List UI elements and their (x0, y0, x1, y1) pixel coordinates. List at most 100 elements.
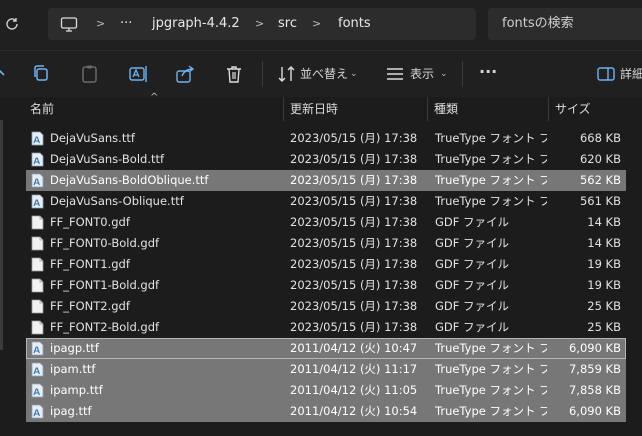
file-type: GDF ファイル (435, 278, 510, 292)
file-name: FF_FONT0.gdf (50, 215, 130, 229)
file-type: TrueType フォント フ (435, 194, 547, 208)
refresh-icon[interactable] (4, 12, 22, 36)
file-row[interactable]: FF_FONT0-Bold.gdf 2023/05/15 (月) 17:38 GDF… (26, 233, 626, 254)
font-file-icon (31, 341, 44, 356)
file-date: 2023/05/15 (月) 17:38 (290, 173, 418, 187)
file-type: TrueType フォント フ (435, 152, 547, 166)
file-row[interactable]: ipag.ttf 2011/04/12 (火) 10:54 TrueType フォン… (26, 401, 626, 422)
file-date: 2011/04/12 (火) 11:17 (290, 362, 418, 376)
file-size: 6,090 KB (568, 404, 621, 418)
sort-button[interactable]: 並べ替え (300, 62, 348, 86)
file-date: 2023/05/15 (月) 17:38 (290, 320, 418, 334)
chevron-right-icon: > (255, 17, 265, 30)
file-name: DejaVuSans.ttf (50, 131, 135, 145)
column-header-type[interactable]: 種類 (434, 97, 458, 121)
file-type: GDF ファイル (435, 320, 510, 334)
file-icon (31, 257, 44, 272)
chevron-down-icon: ⌄ (440, 69, 448, 79)
file-row[interactable]: FF_FONT2-Bold.gdf 2023/05/15 (月) 17:38 GDF… (26, 317, 626, 338)
file-name: ipagp.ttf (50, 341, 99, 355)
view-list-icon[interactable] (384, 63, 406, 85)
details-pane-icon[interactable] (596, 63, 618, 85)
file-row[interactable]: FF_FONT1-Bold.gdf 2023/05/15 (月) 17:38 GDF… (26, 275, 626, 296)
more-options-button[interactable]: ··· (479, 60, 497, 84)
file-row[interactable]: FF_FONT0.gdf 2023/05/15 (月) 17:38 GDF ファイル… (26, 212, 626, 233)
search-input[interactable]: fontsの検索 (488, 8, 642, 40)
file-row[interactable]: ipamp.ttf 2011/04/12 (火) 11:05 TrueType フォ… (26, 380, 626, 401)
file-type: GDF ファイル (435, 215, 510, 229)
view-button[interactable]: 表示 (410, 62, 434, 86)
file-date: 2011/04/12 (火) 11:05 (290, 383, 418, 397)
column-divider[interactable] (427, 97, 428, 121)
font-file-icon (31, 173, 44, 188)
breadcrumb-item-fonts[interactable]: fonts (338, 8, 371, 40)
delete-icon[interactable] (223, 63, 245, 85)
this-pc-icon[interactable] (60, 8, 78, 40)
file-name: ipamp.ttf (50, 383, 103, 397)
paste-icon[interactable] (79, 63, 101, 85)
file-type: GDF ファイル (435, 299, 510, 313)
file-row[interactable]: FF_FONT2.gdf 2023/05/15 (月) 17:38 GDF ファイル… (26, 296, 626, 317)
breadcrumb[interactable]: > ··· jpgraph-4.4.2 > src > fonts (48, 8, 476, 40)
file-name: ipag.ttf (50, 404, 92, 418)
file-row[interactable]: FF_FONT1.gdf 2023/05/15 (月) 17:38 GDF ファイル… (26, 254, 626, 275)
file-icon (31, 320, 44, 335)
file-type: TrueType フォント フ (435, 383, 547, 397)
file-icon (31, 299, 44, 314)
file-type: GDF ファイル (435, 236, 510, 250)
file-type: TrueType フォント フ (435, 362, 547, 376)
column-header-name[interactable]: 名前 (30, 97, 54, 121)
file-size: 19 KB (587, 278, 621, 292)
details-button[interactable]: 詳細 (620, 62, 642, 86)
file-name: FF_FONT2.gdf (50, 299, 130, 313)
file-row[interactable]: DejaVuSans-BoldOblique.ttf 2023/05/15 (月)… (26, 170, 626, 191)
copy-icon[interactable] (31, 63, 53, 85)
file-name: FF_FONT1-Bold.gdf (50, 278, 160, 292)
column-header-date[interactable]: 更新日時 (290, 97, 338, 121)
file-icon (31, 278, 44, 293)
navigation-pane[interactable] (0, 97, 20, 436)
column-divider[interactable] (548, 97, 549, 121)
chevron-right-icon: > (312, 17, 322, 30)
share-icon[interactable] (174, 63, 196, 85)
navigation-pane-scrollbar[interactable] (0, 120, 3, 350)
file-size: 25 KB (587, 320, 621, 334)
file-date: 2023/05/15 (月) 17:38 (290, 278, 418, 292)
new-item-icon[interactable] (0, 63, 16, 85)
command-bar: 並べ替え ⌄ 表示 ⌄ ··· 詳細 (0, 51, 642, 97)
breadcrumb-item-src[interactable]: src (278, 8, 297, 40)
file-size: 19 KB (587, 257, 621, 271)
breadcrumb-item-jpgraph[interactable]: jpgraph-4.4.2 (152, 8, 240, 40)
file-name: FF_FONT2-Bold.gdf (50, 320, 160, 334)
file-icon (31, 236, 44, 251)
font-file-icon (31, 404, 44, 419)
file-type: TrueType フォント フ (435, 341, 547, 355)
column-header-size[interactable]: サイズ (555, 97, 591, 121)
rename-icon[interactable] (127, 63, 149, 85)
address-bar: > ··· jpgraph-4.4.2 > src > fonts fontsの… (0, 0, 642, 51)
file-date: 2023/05/15 (月) 17:38 (290, 152, 418, 166)
chevron-right-icon: > (96, 17, 106, 30)
file-type: GDF ファイル (435, 257, 510, 271)
file-row[interactable]: ipagp.ttf 2011/04/12 (火) 10:47 TrueType フォ… (26, 338, 626, 359)
file-size: 7,858 KB (568, 383, 621, 397)
file-size: 561 KB (579, 194, 621, 208)
breadcrumb-more-button[interactable]: ··· (120, 8, 132, 40)
file-date: 2023/05/15 (月) 17:38 (290, 236, 418, 250)
file-size: 14 KB (587, 236, 621, 250)
sort-icon[interactable] (276, 63, 298, 85)
file-name: FF_FONT0-Bold.gdf (50, 236, 160, 250)
file-type: TrueType フォント フ (435, 173, 547, 187)
file-name: DejaVuSans-BoldOblique.ttf (50, 173, 209, 187)
file-date: 2011/04/12 (火) 10:47 (290, 341, 418, 355)
file-name: DejaVuSans-Oblique.ttf (50, 194, 184, 208)
file-row[interactable]: DejaVuSans-Bold.ttf 2023/05/15 (月) 17:38 T… (26, 149, 626, 170)
file-type: TrueType フォント フ (435, 131, 547, 145)
file-row[interactable]: ipam.ttf 2011/04/12 (火) 11:17 TrueType フォン… (26, 359, 626, 380)
file-row[interactable]: DejaVuSans.ttf 2023/05/15 (月) 17:38 TrueTy… (26, 128, 626, 149)
file-row[interactable]: DejaVuSans-Oblique.ttf 2023/05/15 (月) 17:… (26, 191, 626, 212)
column-divider[interactable] (283, 97, 284, 121)
chevron-down-icon: ⌄ (350, 69, 358, 79)
file-name: FF_FONT1.gdf (50, 257, 130, 271)
font-file-icon (31, 131, 44, 146)
